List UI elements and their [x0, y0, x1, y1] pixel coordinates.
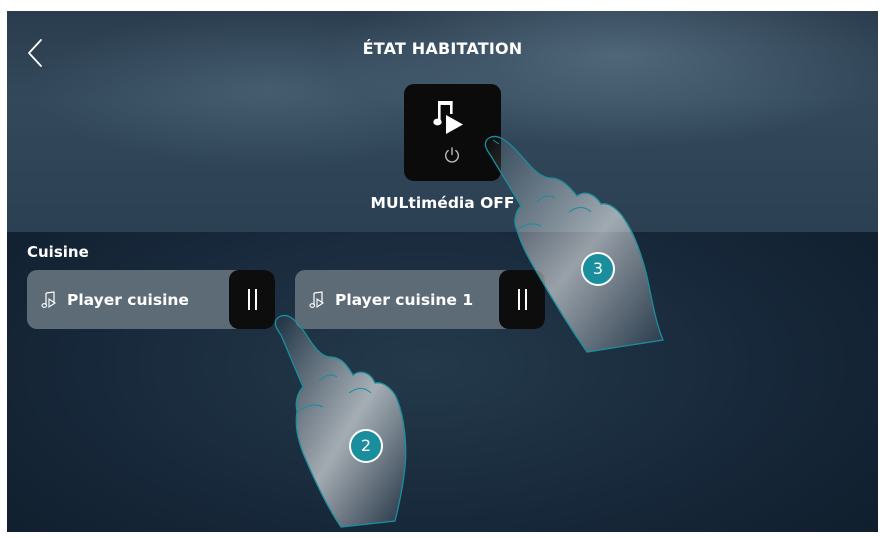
music-play-icon	[433, 101, 463, 134]
power-icon	[445, 147, 459, 163]
step-2-badge: 2	[349, 429, 383, 463]
page-title: ÉTAT HABITATION	[362, 39, 523, 58]
music-note-icon	[41, 290, 56, 308]
music-note-icon	[309, 290, 324, 308]
pause-button[interactable]	[499, 270, 545, 329]
step-3-badge: 3	[581, 252, 615, 286]
pointing-hand-icon	[274, 314, 407, 528]
player-name: Player cuisine	[67, 290, 189, 309]
multimedia-status-label: MULtimédia OFF	[370, 194, 515, 212]
device-screen: ÉTAT HABITATION MULtimédia OFF Cuisine P…	[7, 11, 878, 532]
player-cuisine-1-card[interactable]: Player cuisine 1	[295, 270, 545, 329]
multimedia-tile-button[interactable]	[404, 84, 501, 181]
player-cuisine-card[interactable]: Player cuisine	[27, 270, 275, 329]
pause-button[interactable]	[229, 270, 275, 329]
player-name: Player cuisine 1	[335, 290, 474, 309]
section-title-cuisine: Cuisine	[27, 243, 89, 261]
